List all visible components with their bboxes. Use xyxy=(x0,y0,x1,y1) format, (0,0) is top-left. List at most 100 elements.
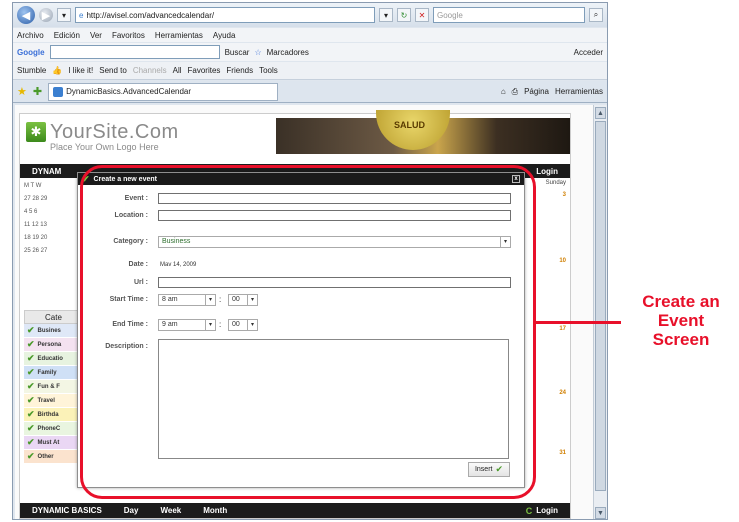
back-button[interactable]: ◀ xyxy=(17,6,35,24)
category-item[interactable]: ✔ Fun & F xyxy=(24,380,78,394)
calendar-week[interactable]: 27 28 29 xyxy=(24,193,64,206)
day-marker[interactable]: 10 xyxy=(559,258,566,264)
check-icon: ✔ xyxy=(27,339,35,349)
login-label-top: Login xyxy=(536,166,558,176)
highlight-outline xyxy=(80,165,536,499)
search-placeholder: Google xyxy=(437,10,463,20)
tools-menu[interactable]: Herramientas xyxy=(555,87,603,96)
category-list: Cate ✔ Busines ✔ Persona ✔ Educatio ✔ Family… xyxy=(24,310,78,464)
menu-herramientas[interactable]: Herramientas xyxy=(155,31,203,40)
menu-favoritos[interactable]: Favoritos xyxy=(112,31,145,40)
page-menu[interactable]: Página xyxy=(524,87,549,96)
all-button[interactable]: All xyxy=(173,66,182,75)
category-label: Educatio xyxy=(37,355,63,362)
nav-day[interactable]: Day xyxy=(124,506,139,515)
stumble-button[interactable]: Stumble xyxy=(17,66,46,75)
print-icon[interactable]: ⎙ xyxy=(512,87,518,97)
google-bookmarks-button[interactable]: Marcadores xyxy=(267,48,309,57)
callout-label: Create an Event Screen xyxy=(626,292,736,349)
category-item[interactable]: ✔ Persona xyxy=(24,338,78,352)
url-dropdown[interactable]: ▾ xyxy=(379,8,393,22)
logo-subtitle: Place Your Own Logo Here xyxy=(50,142,159,152)
day-marker[interactable]: 17 xyxy=(559,326,566,332)
banner-text: SALUD xyxy=(394,120,425,130)
category-label: PhoneC xyxy=(37,425,61,432)
nav-month[interactable]: Month xyxy=(203,506,227,515)
address-toolbar: ◀ ▶ ▾ e http://avisel.com/advancedcalend… xyxy=(13,3,607,27)
nav-week[interactable]: Week xyxy=(160,506,181,515)
google-signin-button[interactable]: Acceder xyxy=(574,48,603,57)
google-search-input[interactable] xyxy=(49,45,220,59)
menu-edicion[interactable]: Edición xyxy=(54,31,80,40)
scroll-down-icon[interactable]: ▼ xyxy=(595,507,606,519)
callout-line-2: Event xyxy=(657,311,705,330)
category-item[interactable]: ✔ Educatio xyxy=(24,352,78,366)
channels-button[interactable]: Channels xyxy=(133,66,167,75)
category-item[interactable]: ✔ Birthda xyxy=(24,408,78,422)
search-input[interactable]: Google xyxy=(433,7,585,23)
category-item[interactable]: ✔ PhoneC xyxy=(24,422,78,436)
check-icon: ✔ xyxy=(27,367,35,377)
calendar-week[interactable]: 25 26 27 xyxy=(24,245,64,258)
add-favorite-icon[interactable]: ✚ xyxy=(33,85,42,98)
mini-calendar: M T W 27 28 29 4 5 6 11 12 13 18 19 20 2… xyxy=(24,180,64,258)
bookmark-icon[interactable]: ☆ xyxy=(254,48,261,57)
calendar-weekday-head: M T W xyxy=(24,183,42,189)
url-field[interactable]: e http://avisel.com/advancedcalendar/ xyxy=(75,7,375,23)
menu-ayuda[interactable]: Ayuda xyxy=(213,31,236,40)
stop-icon[interactable]: ✕ xyxy=(415,8,429,22)
check-icon: ✔ xyxy=(27,423,35,433)
callout-line-1: Create an xyxy=(642,292,720,311)
category-label: Travel xyxy=(37,397,55,404)
day-marker[interactable]: 3 xyxy=(563,192,566,198)
favorites-star-icon[interactable]: ★ xyxy=(17,85,27,98)
menu-bar: Archivo Edición Ver Favoritos Herramient… xyxy=(13,28,607,42)
tab-advanced-calendar[interactable]: DynamicBasics.AdvancedCalendar xyxy=(48,82,279,101)
tab-title: DynamicBasics.AdvancedCalendar xyxy=(66,87,192,96)
vertical-scrollbar[interactable]: ▲ ▼ xyxy=(593,105,607,519)
menu-archivo[interactable]: Archivo xyxy=(17,31,44,40)
nav-brand[interactable]: DYNAM xyxy=(32,167,61,176)
menu-ver[interactable]: Ver xyxy=(90,31,102,40)
search-icon[interactable]: ⌕ xyxy=(589,8,603,22)
like-button[interactable]: I like it! xyxy=(68,66,93,75)
scroll-up-icon[interactable]: ▲ xyxy=(595,107,606,119)
day-marker[interactable]: 24 xyxy=(559,390,566,396)
check-icon: ✔ xyxy=(27,395,35,405)
tools-button[interactable]: Tools xyxy=(259,66,278,75)
day-marker[interactable]: 31 xyxy=(559,450,566,456)
category-label: Family xyxy=(37,369,57,376)
category-item[interactable]: ✔ Other xyxy=(24,450,78,464)
refresh-icon[interactable]: ↻ xyxy=(397,8,411,22)
check-icon: ✔ xyxy=(27,353,35,363)
calendar-week[interactable]: 4 5 6 xyxy=(24,206,64,219)
google-logo: Google xyxy=(17,47,45,57)
refresh-icon: C xyxy=(525,505,533,516)
categories-header: Cate xyxy=(24,310,78,324)
category-item[interactable]: ✔ Busines xyxy=(24,324,78,338)
calendar-week[interactable]: 18 19 20 xyxy=(24,232,64,245)
callout-pointer-line xyxy=(533,321,621,324)
tab-favicon xyxy=(53,86,64,97)
login-link-top[interactable]: Login xyxy=(536,167,558,176)
forward-button[interactable]: ▶ xyxy=(39,8,53,22)
google-toolbar: Google Buscar ☆ Marcadores Acceder xyxy=(13,43,607,61)
login-link-bottom[interactable]: C Login xyxy=(526,506,558,516)
send-to-button[interactable]: Send to xyxy=(99,66,127,75)
category-item[interactable]: ✔ Travel xyxy=(24,394,78,408)
category-item[interactable]: ✔ Family xyxy=(24,366,78,380)
check-icon: ✔ xyxy=(27,409,35,419)
friends-button[interactable]: Friends xyxy=(226,66,253,75)
scroll-thumb[interactable] xyxy=(595,121,606,491)
calendar-week[interactable]: 11 12 13 xyxy=(24,219,64,232)
nav-brand-bottom[interactable]: DYNAMIC BASICS xyxy=(32,506,102,515)
thumbs-up-icon[interactable]: 👍 xyxy=(52,66,62,75)
login-label-bottom: Login xyxy=(536,506,558,515)
google-search-button[interactable]: Buscar xyxy=(225,48,250,57)
check-icon: ✔ xyxy=(27,325,35,335)
check-icon: ✔ xyxy=(27,437,35,447)
home-icon[interactable]: ⌂ xyxy=(501,87,506,96)
favorites-button[interactable]: Favorites xyxy=(188,66,221,75)
category-item[interactable]: ✔ Must At xyxy=(24,436,78,450)
history-dropdown[interactable]: ▾ xyxy=(57,8,71,22)
